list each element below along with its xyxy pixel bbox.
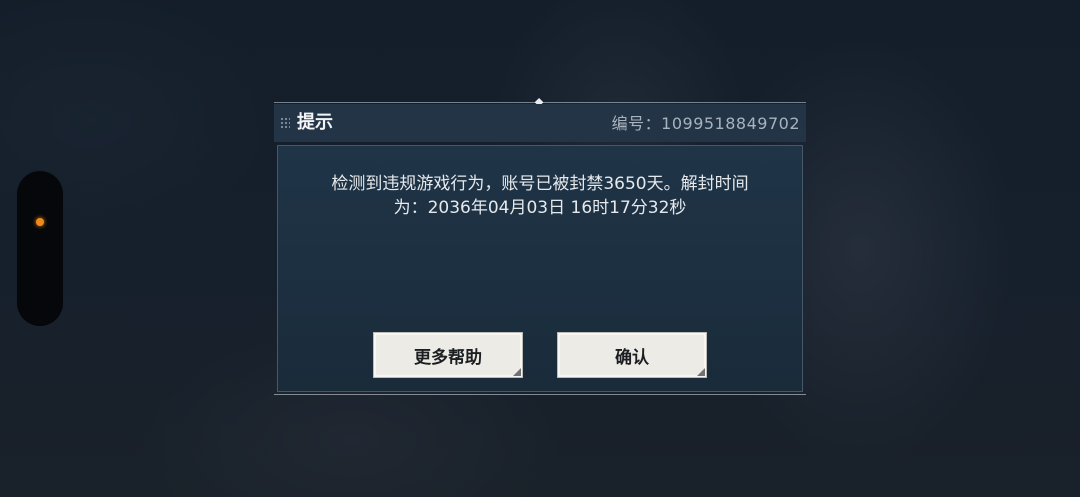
serial-number: 编号：1099518849702 bbox=[611, 114, 800, 133]
dialog-header: 提示 编号：1099518849702 bbox=[274, 104, 806, 142]
drag-grip-icon bbox=[280, 117, 290, 129]
status-dot-icon bbox=[36, 218, 44, 226]
corner-triangle-icon bbox=[513, 368, 521, 376]
ban-message-line1: 检测到违规游戏行为，账号已被封禁3650天。解封时间 bbox=[331, 174, 749, 194]
dialog-title: 提示 bbox=[297, 112, 333, 133]
ban-message-line2: 为：2036年04月03日 16时17分32秒 bbox=[393, 198, 687, 218]
corner-triangle-icon bbox=[697, 368, 705, 376]
dialog-bottom-border bbox=[274, 394, 806, 395]
side-floating-panel[interactable] bbox=[17, 171, 63, 326]
confirm-label: 确认 bbox=[615, 347, 649, 368]
ban-notice-dialog: ⯁ 提示 编号：1099518849702 检测到违规游戏行为，账号已被封禁36… bbox=[274, 96, 806, 395]
more-help-button[interactable]: 更多帮助 bbox=[373, 332, 523, 378]
confirm-button[interactable]: 确认 bbox=[557, 332, 707, 378]
ban-message: 检测到违规游戏行为，账号已被封禁3650天。解封时间 为：2036年04月03日… bbox=[294, 172, 786, 220]
more-help-label: 更多帮助 bbox=[414, 347, 482, 368]
